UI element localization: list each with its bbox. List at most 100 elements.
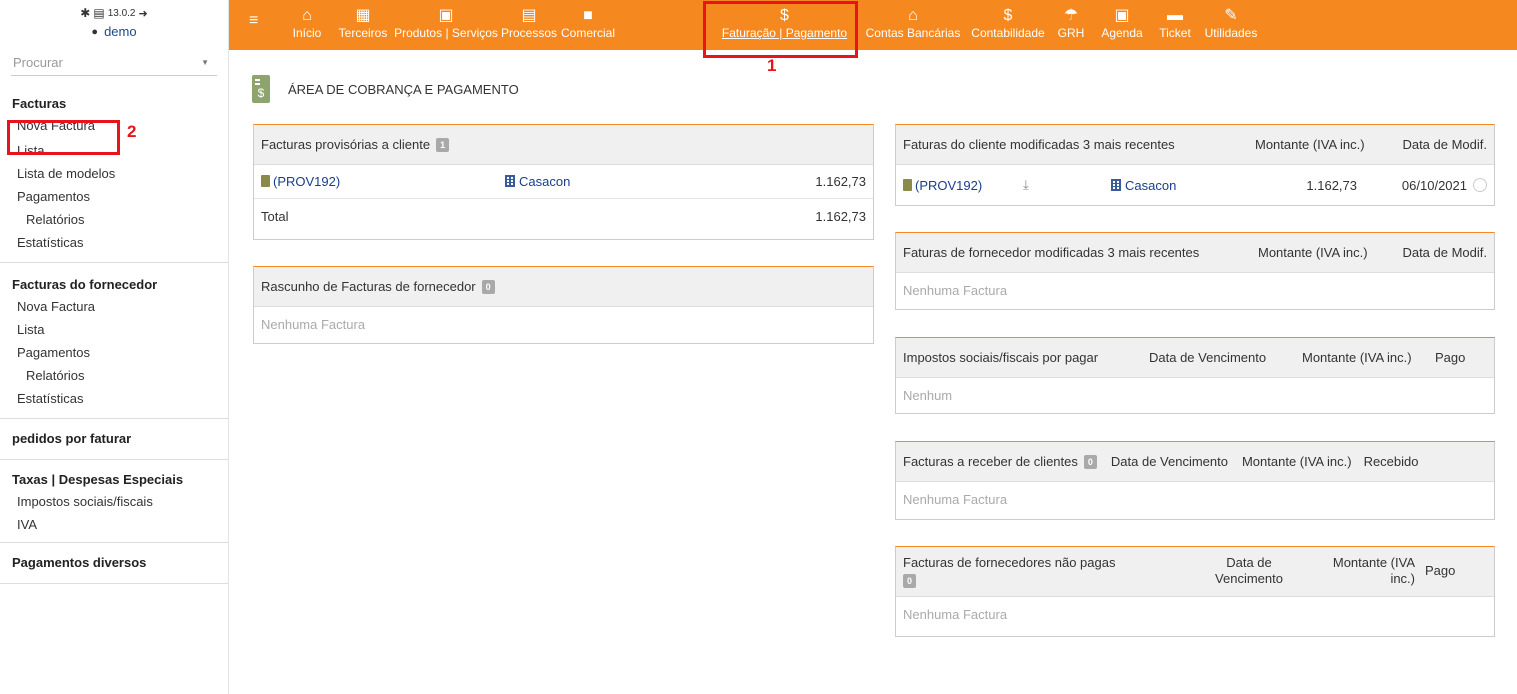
topmenu-inicio[interactable]: ⌂ Início bbox=[284, 0, 330, 50]
status-circle-icon bbox=[1473, 178, 1487, 192]
bank-icon: ⌂ bbox=[908, 7, 918, 24]
topmenu-produtos[interactable]: ▣ Produtos | Serviços bbox=[393, 0, 499, 50]
home-icon: ⌂ bbox=[302, 7, 312, 24]
invoice-doc-icon: $ bbox=[252, 75, 270, 103]
menu-item-forn-nova-factura[interactable]: Nova Factura bbox=[0, 295, 228, 318]
menu-item-estatisticas[interactable]: Estatísticas bbox=[0, 231, 228, 254]
empty-row: Nenhuma Factura bbox=[261, 316, 366, 332]
user-icon: ● bbox=[91, 25, 99, 38]
dollar-icon: $ bbox=[1003, 7, 1013, 24]
panel-header: Facturas a receber de clientes 0 Data de… bbox=[896, 442, 1494, 482]
search-select[interactable]: Procurar ▼ bbox=[11, 50, 217, 76]
count-badge: 1 bbox=[436, 137, 450, 152]
menu-title-pagamentos-diversos[interactable]: Pagamentos diversos bbox=[0, 553, 228, 573]
topmenu-agenda[interactable]: ▣ Agenda bbox=[1098, 0, 1146, 50]
invoice-ref-link[interactable]: (PROV192) bbox=[273, 174, 340, 189]
amount: 1.162,73 bbox=[815, 174, 866, 189]
top-menu-bar: ≡ ⌂ Início ▦ Terceiros ▣ Produtos | Serv… bbox=[229, 0, 1517, 50]
chevron-down-icon: ▼ bbox=[201, 58, 209, 67]
amount: 1.162,73 bbox=[1306, 177, 1357, 193]
panel-header: Faturas de fornecedor modificadas 3 mais… bbox=[896, 233, 1494, 273]
panel-provisional-invoices: Facturas provisórias a cliente 1 (PROV19… bbox=[253, 124, 874, 240]
wrench-icon: ✎ bbox=[1224, 7, 1238, 24]
clipboard-icon: ▤ bbox=[521, 7, 537, 24]
topmenu-processos[interactable]: ▤ Processos bbox=[500, 0, 558, 50]
menu-item-forn-estatisticas[interactable]: Estatísticas bbox=[0, 387, 228, 410]
topmenu-ticket[interactable]: ▬ Ticket bbox=[1156, 0, 1194, 50]
empty-row: Nenhuma Factura bbox=[903, 606, 1008, 622]
table-row: (PROV192) ⤓ Casacon 1.162,73 06/10/2021 bbox=[896, 165, 1494, 205]
menu-title-pedidos[interactable]: pedidos por faturar bbox=[0, 429, 228, 449]
building-icon bbox=[1111, 178, 1121, 191]
topmenu-utilidades[interactable]: ✎ Utilidades bbox=[1202, 0, 1260, 50]
invoice-ref-link[interactable]: (PROV192) bbox=[915, 178, 982, 193]
menu-title-facturas[interactable]: Facturas bbox=[0, 94, 228, 114]
version-label: 13.0.2 bbox=[107, 7, 136, 19]
company-link[interactable]: Casacon bbox=[1125, 178, 1176, 193]
search-placeholder: Procurar bbox=[13, 55, 63, 70]
annotation-number-1: 1 bbox=[767, 56, 777, 75]
topmenu-contabilidade[interactable]: $ Contabilidade bbox=[968, 0, 1048, 50]
page-title: ÁREA DE COBRANÇA E PAGAMENTO bbox=[288, 81, 519, 97]
menu-block-pedidos: pedidos por faturar bbox=[0, 419, 228, 460]
topmenu-terceiros[interactable]: ▦ Terceiros bbox=[334, 0, 392, 50]
building-icon: ▦ bbox=[355, 7, 371, 24]
menu-item-pagamentos[interactable]: Pagamentos bbox=[0, 185, 228, 208]
ticket-icon: ▬ bbox=[1167, 7, 1183, 24]
logout-icon[interactable]: ➜ bbox=[139, 7, 148, 20]
modified-date: 06/10/2021 bbox=[1401, 177, 1467, 193]
annotation-box-2 bbox=[7, 120, 120, 155]
page-header: $ ÁREA DE COBRANÇA E PAGAMENTO bbox=[252, 72, 519, 106]
menu-item-relatorios[interactable]: Relatórios bbox=[0, 208, 228, 231]
panel-header: Faturas do cliente modificadas 3 mais re… bbox=[896, 125, 1494, 165]
left-sidebar: ✱ ▤ 13.0.2 ➜ ● demo Procurar ▼ Facturas … bbox=[0, 0, 229, 694]
bug-icon[interactable]: ✱ bbox=[80, 6, 90, 20]
download-icon[interactable]: ⤓ bbox=[1023, 177, 1111, 193]
panel-recent-client-invoices: Faturas do cliente modificadas 3 mais re… bbox=[895, 124, 1495, 206]
topmenu-grh[interactable]: ☂ GRH bbox=[1054, 0, 1088, 50]
count-badge: 0 bbox=[903, 574, 917, 588]
empty-row: Nenhum bbox=[903, 387, 953, 403]
file-icon bbox=[903, 178, 912, 191]
menu-item-forn-relatorios[interactable]: Relatórios bbox=[0, 364, 228, 387]
calendar-icon: ▣ bbox=[1114, 7, 1130, 24]
count-badge: 0 bbox=[481, 279, 495, 294]
topmenu-contas-bancarias[interactable]: ⌂ Contas Bancárias bbox=[863, 0, 963, 50]
panel-client-receivables: Facturas a receber de clientes 0 Data de… bbox=[895, 441, 1495, 520]
panel-supplier-draft-invoices: Rascunho de Facturas de fornecedor 0 Nen… bbox=[253, 266, 874, 344]
company-link[interactable]: Casacon bbox=[519, 174, 570, 189]
topmenu-comercial[interactable]: ■ Comercial bbox=[559, 0, 617, 50]
menu-title-fornecedor[interactable]: Facturas do fornecedor bbox=[0, 275, 228, 295]
panel-header: Facturas provisórias a cliente 1 bbox=[254, 125, 873, 165]
umbrella-icon: ☂ bbox=[1063, 7, 1079, 24]
menu-block-fornecedor: Facturas do fornecedor Nova Factura List… bbox=[0, 263, 228, 419]
empty-row: Nenhuma Factura bbox=[903, 282, 1008, 298]
hamburger-icon[interactable]: ≡ bbox=[249, 13, 265, 29]
menu-item-iva[interactable]: IVA bbox=[0, 513, 228, 536]
printer-icon[interactable]: ▤ bbox=[93, 6, 104, 20]
menu-item-lista-modelos[interactable]: Lista de modelos bbox=[0, 162, 228, 185]
panel-unpaid-supplier-invoices: Facturas de fornecedores não pagas 0 Dat… bbox=[895, 546, 1495, 637]
panel-taxes-unpaid: Impostos sociais/fiscais por pagar Data … bbox=[895, 337, 1495, 414]
menu-title-taxas[interactable]: Taxas | Despesas Especiais bbox=[0, 470, 228, 490]
panel-header: Facturas de fornecedores não pagas 0 Dat… bbox=[896, 547, 1494, 597]
building-icon bbox=[505, 175, 515, 187]
table-row: (PROV192) Casacon 1.162,73 bbox=[254, 165, 873, 199]
annotation-box-1 bbox=[703, 1, 858, 58]
empty-row: Nenhuma Factura bbox=[903, 491, 1008, 507]
menu-item-forn-pagamentos[interactable]: Pagamentos bbox=[0, 341, 228, 364]
menu-block-facturas: Facturas Nova Factura Lista Lista de mod… bbox=[0, 76, 228, 263]
panel-header: Rascunho de Facturas de fornecedor 0 bbox=[254, 267, 873, 307]
menu-item-impostos[interactable]: Impostos sociais/fiscais bbox=[0, 490, 228, 513]
briefcase-icon: ■ bbox=[583, 7, 593, 24]
box-icon: ▣ bbox=[438, 7, 454, 24]
count-badge: 0 bbox=[1083, 454, 1097, 469]
total-row: Total 1.162,73 bbox=[261, 208, 866, 224]
menu-item-forn-lista[interactable]: Lista bbox=[0, 318, 228, 341]
username-link[interactable]: demo bbox=[104, 24, 137, 39]
panel-recent-supplier-invoices: Faturas de fornecedor modificadas 3 mais… bbox=[895, 232, 1495, 310]
annotation-number-2: 2 bbox=[127, 122, 137, 141]
login-info: ✱ ▤ 13.0.2 ➜ ● demo bbox=[0, 0, 228, 50]
file-icon bbox=[261, 175, 270, 187]
menu-block-taxas: Taxas | Despesas Especiais Impostos soci… bbox=[0, 460, 228, 543]
